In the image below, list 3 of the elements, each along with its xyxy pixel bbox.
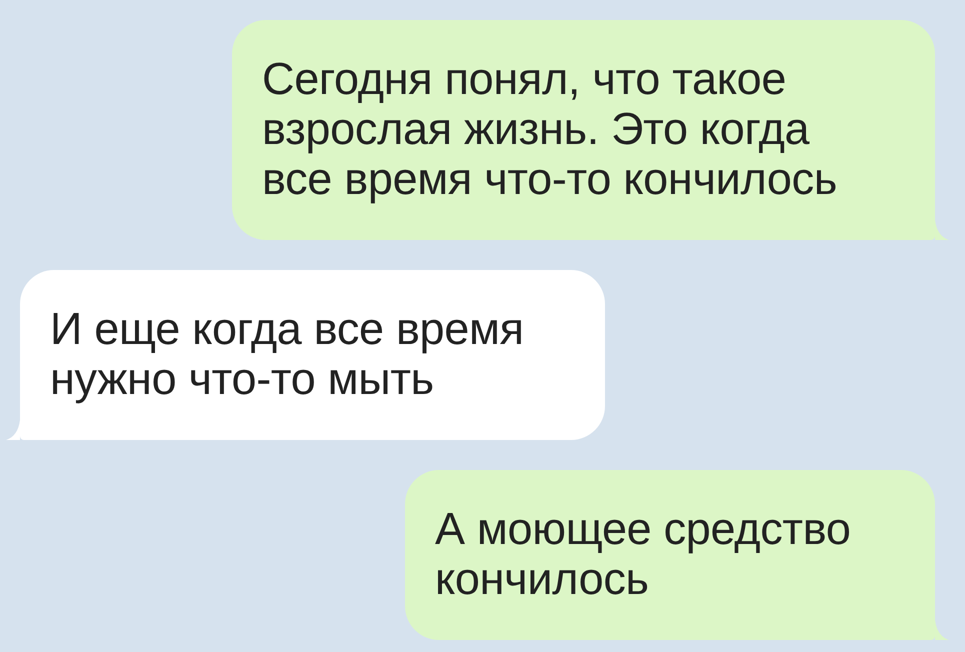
message-text: Сегодня понял, что такое взрослая жизнь. Это когда все время что-то кончилось [262,54,838,204]
message-text: И еще когда все время нужно что-то мыть [50,304,525,404]
message-text: А моющее средство кончилось [435,504,852,604]
